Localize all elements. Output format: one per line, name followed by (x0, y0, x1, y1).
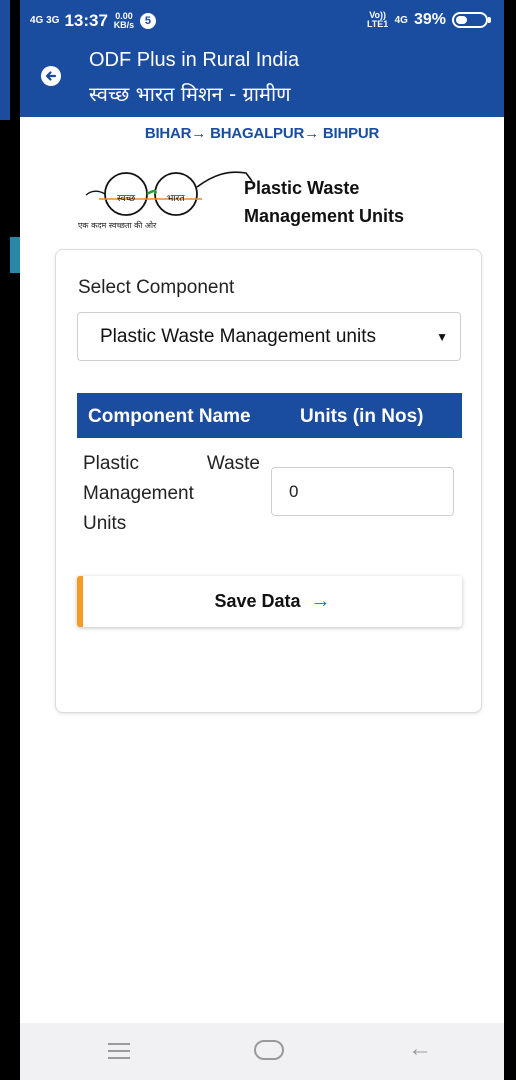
component-select-value: Plastic Waste Management units (100, 325, 376, 347)
page-heading: Plastic Waste Management Units (244, 174, 404, 230)
recent-apps-icon[interactable] (108, 1043, 130, 1059)
header-component-name: Component Name (88, 406, 251, 427)
arrow-right-icon: → (310, 590, 331, 612)
system-nav-bar: ← (20, 1023, 504, 1080)
phone-screen: 4G 3G 13:37 0.00 KB/s 5 Vo)) LTE1 4G 39%… (20, 0, 504, 1080)
page-heading-line2: Management Units (244, 206, 405, 226)
back-icon[interactable]: ← (408, 1035, 432, 1063)
app-subtitle-hindi: स्वच्छ भारत मिशन - ग्रामीण (89, 82, 291, 106)
right-bezel (504, 0, 516, 1080)
svg-text:स्वच्छ: स्वच्छ (117, 194, 136, 204)
select-label: Select Component (78, 277, 235, 298)
component-select[interactable]: Plastic Waste Management units ▼ (77, 312, 461, 361)
signal-icon: 4G 3G (30, 15, 60, 26)
table-header: Component Name Units (in Nos) (77, 393, 462, 438)
battery-icon (452, 12, 491, 28)
save-data-button[interactable]: Save Data → (77, 576, 462, 627)
svg-text:भारत: भारत (167, 194, 185, 204)
status-right: Vo)) LTE1 4G 39% (366, 10, 491, 29)
network-speed: 0.00 KB/s (113, 11, 135, 30)
notification-badge: 5 (139, 13, 156, 29)
home-icon[interactable] (254, 1040, 284, 1060)
app-title: ODF Plus in Rural India (89, 49, 300, 71)
breadcrumb: BIHAR→ BHAGALPUR→ BIHPUR (144, 125, 380, 142)
network-type: 4G (394, 14, 408, 26)
status-left: 4G 3G 13:37 0.00 KB/s 5 (30, 11, 156, 31)
save-button-label: Save Data (214, 591, 301, 611)
left-bezel (0, 0, 20, 1080)
logo-caption: एक कदम स्वच्छता की ओर (78, 221, 157, 230)
row-component-name: Plastic Waste Management Units (83, 453, 260, 534)
dropdown-caret-icon: ▼ (436, 330, 448, 344)
volte-icon: Vo)) LTE1 (366, 10, 389, 29)
page-heading-line1: Plastic Waste (244, 178, 360, 198)
battery-percent: 39% (413, 11, 446, 28)
units-input[interactable] (271, 467, 454, 516)
back-arrow-icon[interactable] (41, 66, 61, 86)
status-bar: 4G 3G 13:37 0.00 KB/s 5 Vo)) LTE1 4G 39% (20, 0, 504, 40)
bezel-accent-top (0, 0, 10, 120)
header-units: Units (in Nos) (300, 406, 424, 427)
clock: 13:37 (64, 11, 108, 30)
bezel-accent-mid (10, 237, 20, 273)
app-bar: 4G 3G 13:37 0.00 KB/s 5 Vo)) LTE1 4G 39%… (20, 0, 504, 117)
